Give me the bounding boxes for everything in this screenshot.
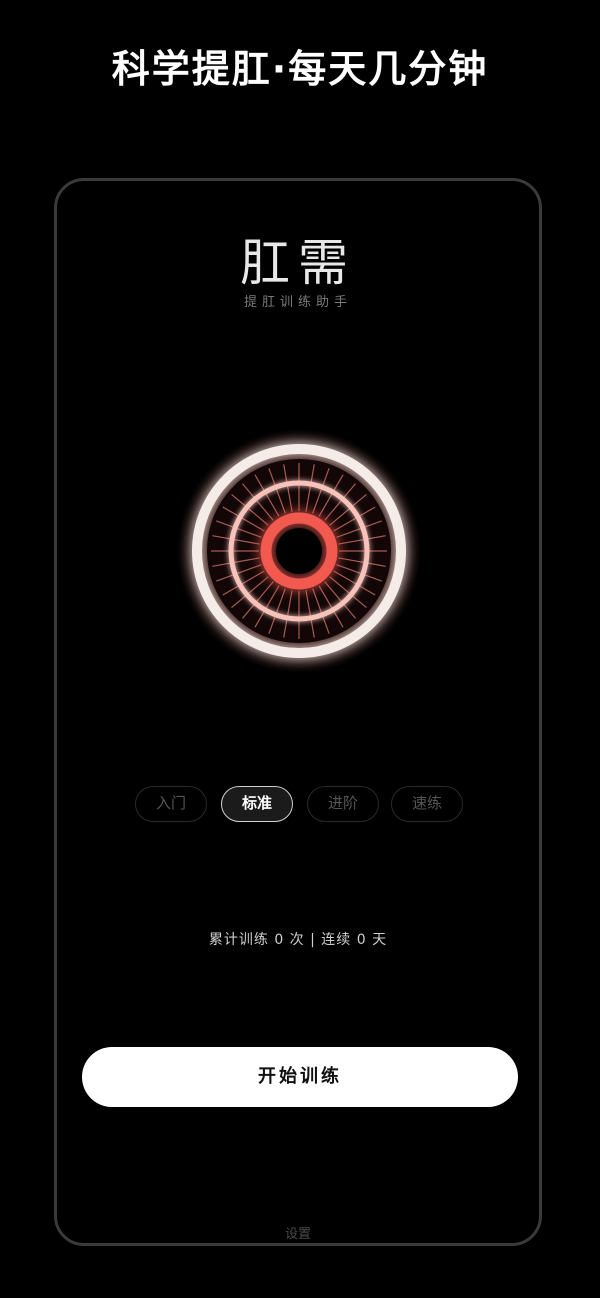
training-stats: 累计训练 0 次 | 连续 0 天 xyxy=(208,932,388,948)
phone-frame: 肛需 提肛训练助手 入门 标准 进阶 速练 累计训练 0 次 | 连续 0 天 … xyxy=(54,178,542,1246)
app-title: 肛需 xyxy=(240,234,356,292)
mode-standard-button[interactable]: 标准 xyxy=(221,786,293,822)
mode-entry-button[interactable]: 入门 xyxy=(135,786,207,822)
start-training-button[interactable]: 开始训练 xyxy=(82,1047,518,1107)
ring-graphic xyxy=(177,429,421,673)
mode-quick-button[interactable]: 速练 xyxy=(391,786,463,822)
promo-headline: 科学提肛·每天几分钟 xyxy=(111,47,489,91)
app-subtitle: 提肛训练助手 xyxy=(243,295,352,310)
mode-selector: 入门 标准 进阶 速练 xyxy=(135,786,469,826)
settings-link[interactable]: 设置 xyxy=(57,1223,539,1242)
mode-advanced-button[interactable]: 进阶 xyxy=(307,786,379,822)
training-ring-icon xyxy=(177,429,421,673)
ring-center xyxy=(276,528,322,574)
